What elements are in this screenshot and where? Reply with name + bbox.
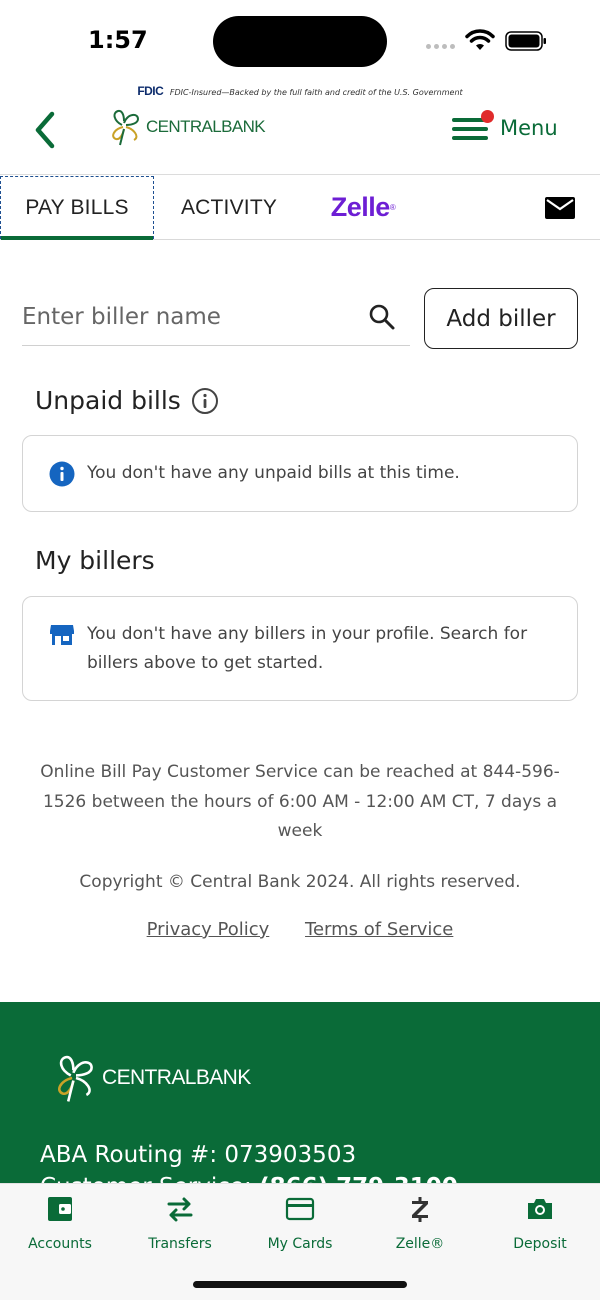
- biller-search: [22, 290, 410, 346]
- header-divider: [0, 174, 600, 175]
- biller-search-input[interactable]: [22, 290, 362, 344]
- unpaid-bills-message: You don't have any unpaid bills at this …: [87, 463, 460, 483]
- nav-transfers[interactable]: Transfers: [120, 1194, 240, 1264]
- fdic-logo: FDIC: [137, 84, 164, 98]
- zelle-tab-label: Zelle: [330, 192, 391, 222]
- nav-deposit[interactable]: Deposit: [480, 1194, 600, 1264]
- fdic-banner: FDIC FDIC-Insured—Backed by the full fai…: [0, 84, 600, 100]
- status-bar: 1:57: [0, 0, 600, 82]
- envelope-icon[interactable]: [544, 196, 576, 220]
- terms-of-service-link[interactable]: Terms of Service: [305, 919, 453, 940]
- hamburger-icon: [452, 110, 494, 142]
- storefront-icon: [50, 625, 74, 645]
- nav-my-cards[interactable]: My Cards: [240, 1194, 360, 1264]
- logo-text-footer: CENTRALBANK: [102, 1066, 251, 1089]
- dynamic-island: [213, 16, 387, 67]
- central-bank-logo: CENTRALBANK: [108, 106, 266, 148]
- nav-my-cards-label: My Cards: [267, 1236, 333, 1252]
- card-icon: [285, 1197, 315, 1221]
- my-billers-title: My billers: [35, 546, 155, 575]
- transfer-arrows-icon: [167, 1197, 193, 1222]
- fdic-text: FDIC-Insured—Backed by the full faith an…: [169, 88, 463, 97]
- nav-accounts-label: Accounts: [28, 1236, 92, 1252]
- footer-links: Privacy Policy Terms of Service: [0, 919, 600, 940]
- bank-footer: CENTRALBANK ABA Routing #: 073903503 Cus…: [0, 1002, 600, 1202]
- camera-icon: [528, 1199, 552, 1219]
- menu-label: Menu: [500, 116, 558, 140]
- add-biller-button[interactable]: Add biller: [424, 288, 578, 349]
- notification-dot: [481, 110, 494, 123]
- clover-logo-icon: [112, 109, 140, 146]
- nav-zelle-label: Zelle®: [395, 1236, 445, 1252]
- home-indicator[interactable]: [193, 1281, 407, 1288]
- unpaid-bills-heading: Unpaid bills: [35, 386, 219, 415]
- unpaid-bills-title: Unpaid bills: [35, 386, 181, 415]
- nav-deposit-label: Deposit: [513, 1236, 567, 1252]
- zelle-icon: [412, 1197, 428, 1222]
- zelle-registered-mark: ®: [389, 203, 396, 212]
- cellular-signal-icon: [426, 44, 458, 50]
- logo-text: CENTRALBANK: [146, 117, 266, 136]
- battery-icon: [505, 31, 546, 51]
- customer-service-info: Online Bill Pay Customer Service can be …: [40, 762, 560, 841]
- tab-zelle[interactable]: Zelle ®: [318, 176, 408, 239]
- central-bank-logo-footer: CENTRALBANK: [52, 1052, 251, 1104]
- tab-bar: PAY BILLS ACTIVITY Zelle ®: [0, 176, 600, 240]
- privacy-policy-link[interactable]: Privacy Policy: [147, 919, 270, 940]
- wifi-icon: [465, 29, 495, 50]
- wallet-icon: [48, 1197, 72, 1221]
- routing-number: ABA Routing #: 073903503: [40, 1142, 357, 1168]
- menu-button[interactable]: Menu: [452, 108, 572, 148]
- back-button[interactable]: [28, 108, 64, 152]
- nav-transfers-label: Transfers: [148, 1236, 212, 1252]
- copyright-text: Copyright © Central Bank 2024. All right…: [79, 872, 521, 892]
- my-billers-card: You don't have any billers in your profi…: [22, 596, 578, 701]
- info-icon: [49, 461, 75, 487]
- tab-activity[interactable]: ACTIVITY: [160, 176, 298, 239]
- nav-zelle[interactable]: Zelle®: [360, 1194, 480, 1264]
- status-time: 1:57: [88, 26, 148, 54]
- clover-logo-icon: [58, 1055, 93, 1102]
- nav-accounts[interactable]: Accounts: [0, 1194, 120, 1264]
- tab-pay-bills[interactable]: PAY BILLS: [0, 176, 154, 240]
- info-outline-icon[interactable]: [191, 387, 219, 415]
- search-icon[interactable]: [368, 303, 396, 331]
- unpaid-bills-card: You don't have any unpaid bills at this …: [22, 435, 578, 512]
- my-billers-message: You don't have any billers in your profi…: [87, 624, 528, 673]
